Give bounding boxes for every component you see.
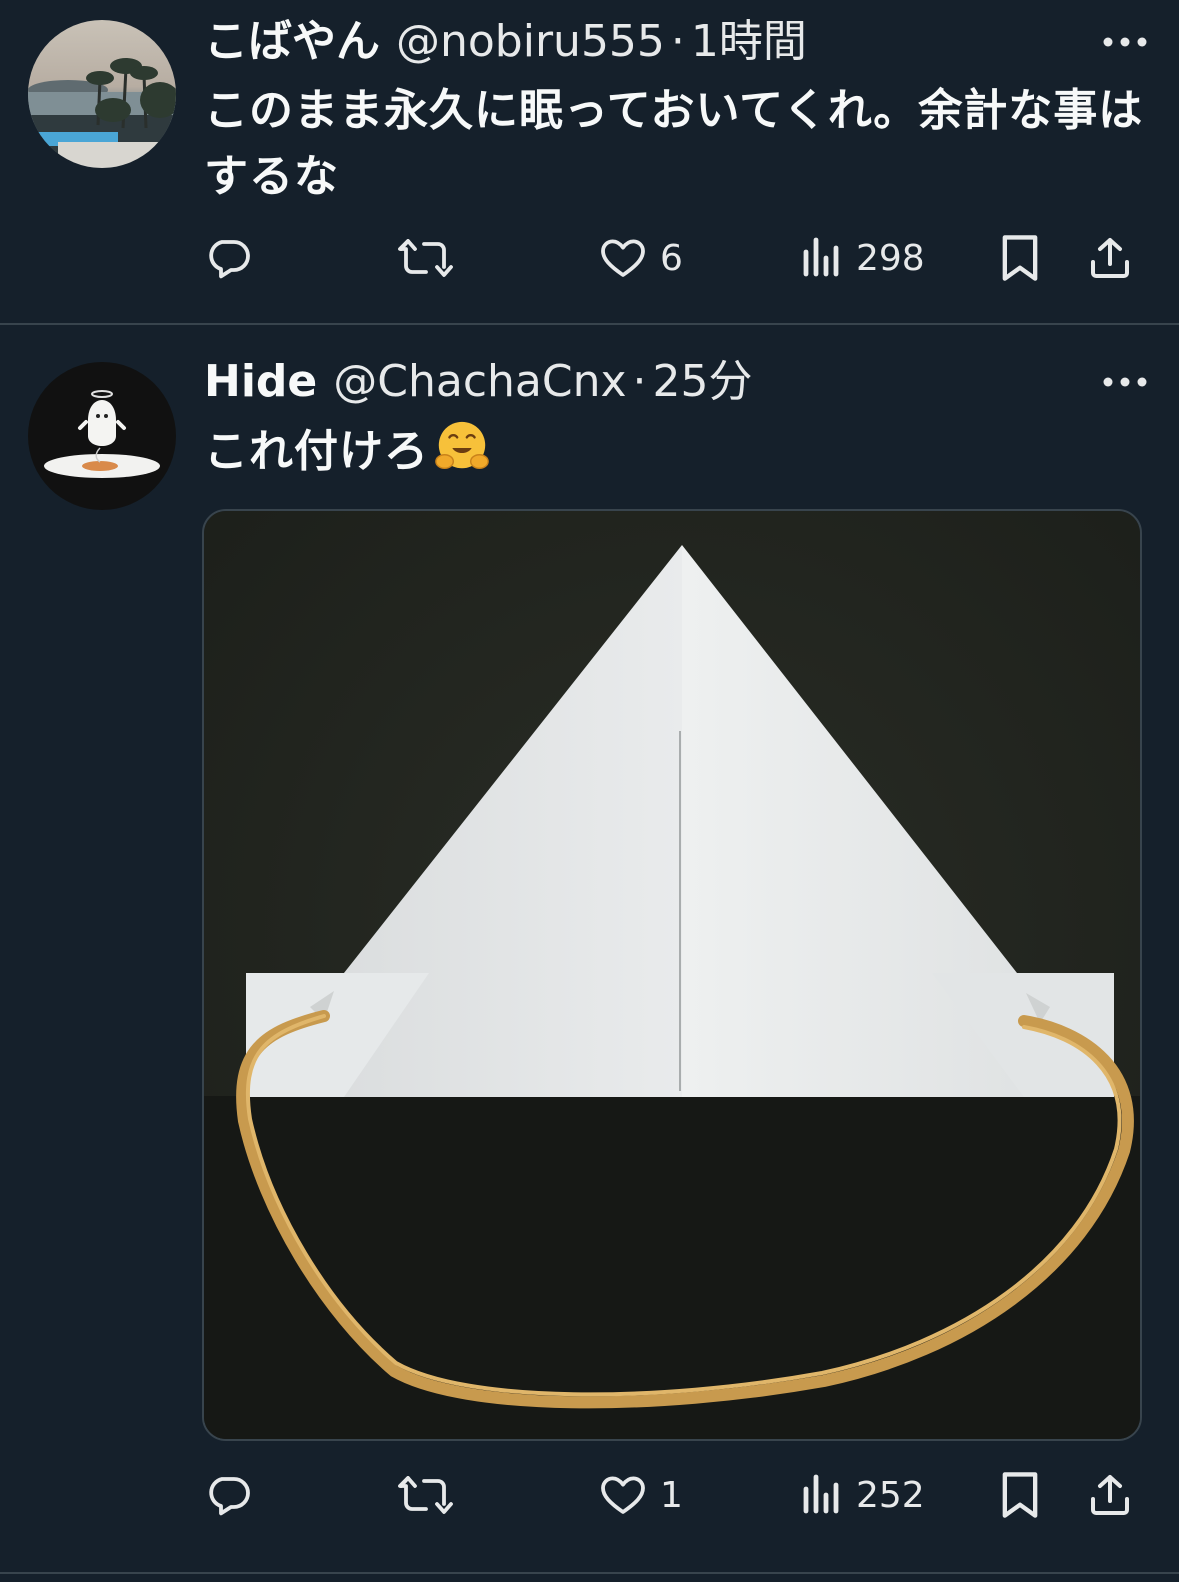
user-handle[interactable]: @ChachaCnx: [333, 352, 626, 412]
more-dots-icon: [1103, 37, 1147, 47]
retweet-button[interactable]: [398, 1463, 454, 1527]
share-icon: [1091, 238, 1129, 278]
tweet-text: これ付けろ: [204, 426, 429, 477]
avatar[interactable]: [28, 20, 176, 168]
view-count: 252: [856, 1474, 925, 1516]
separator-dot: ·: [632, 356, 647, 407]
tweet-text: このまま永久に眠っておいてくれ。余計な事はするな: [204, 85, 1144, 202]
views-button[interactable]: 298: [800, 226, 925, 290]
share-button[interactable]: [1086, 1463, 1134, 1527]
reply-button[interactable]: [204, 1463, 252, 1527]
like-count: 1: [660, 1474, 683, 1516]
tweet-divider: [0, 1572, 1179, 1574]
timestamp[interactable]: 1時間: [691, 12, 807, 72]
reply-icon: [209, 240, 250, 279]
heart-icon: [601, 239, 645, 277]
retweet-icon: [398, 1476, 453, 1514]
share-button[interactable]: [1086, 226, 1134, 290]
retweet-button[interactable]: [398, 226, 454, 290]
more-options-button[interactable]: [1095, 22, 1155, 62]
display-name[interactable]: Hide: [204, 352, 317, 412]
action-bar: 1 252: [0, 1463, 1179, 1527]
like-button[interactable]: 6: [598, 226, 683, 290]
analytics-icon: [803, 1474, 839, 1514]
tweet-1[interactable]: こばやん @nobiru555 · 1時間 このまま永久に眠っておいてくれ。余計…: [0, 0, 1179, 324]
analytics-icon: [803, 237, 839, 277]
bookmark-button[interactable]: [996, 226, 1044, 290]
tweet-media-image[interactable]: [202, 509, 1142, 1441]
avatar[interactable]: [28, 362, 176, 510]
separator-dot: ·: [670, 16, 685, 67]
tweet-2[interactable]: Hide @ChachaCnx · 25分 これ付けろ 1 252: [0, 325, 1179, 1572]
share-icon: [1091, 1475, 1129, 1515]
views-button[interactable]: 252: [800, 1463, 925, 1527]
view-count: 298: [856, 237, 925, 279]
like-count: 6: [660, 237, 683, 279]
bookmark-icon: [1002, 235, 1038, 281]
more-dots-icon: [1103, 377, 1147, 387]
retweet-icon: [398, 239, 453, 277]
like-button[interactable]: 1: [598, 1463, 683, 1527]
bookmark-icon: [1002, 1472, 1038, 1518]
hugging-face-emoji-icon: [435, 421, 489, 469]
user-handle[interactable]: @nobiru555: [396, 12, 665, 72]
tweet-text-row: これ付けろ: [204, 418, 1144, 485]
reply-icon: [209, 1477, 250, 1516]
display-name[interactable]: こばやん: [204, 12, 380, 72]
tweet-header: Hide @ChachaCnx · 25分: [204, 352, 753, 412]
reply-button[interactable]: [204, 226, 252, 290]
action-bar: 6 298: [0, 226, 1179, 290]
tweet-header: こばやん @nobiru555 · 1時間: [204, 12, 807, 72]
more-options-button[interactable]: [1095, 362, 1155, 402]
timestamp[interactable]: 25分: [653, 352, 753, 412]
heart-icon: [601, 1476, 645, 1514]
bookmark-button[interactable]: [996, 1463, 1044, 1527]
paper-hat-photo: [204, 511, 1140, 1439]
